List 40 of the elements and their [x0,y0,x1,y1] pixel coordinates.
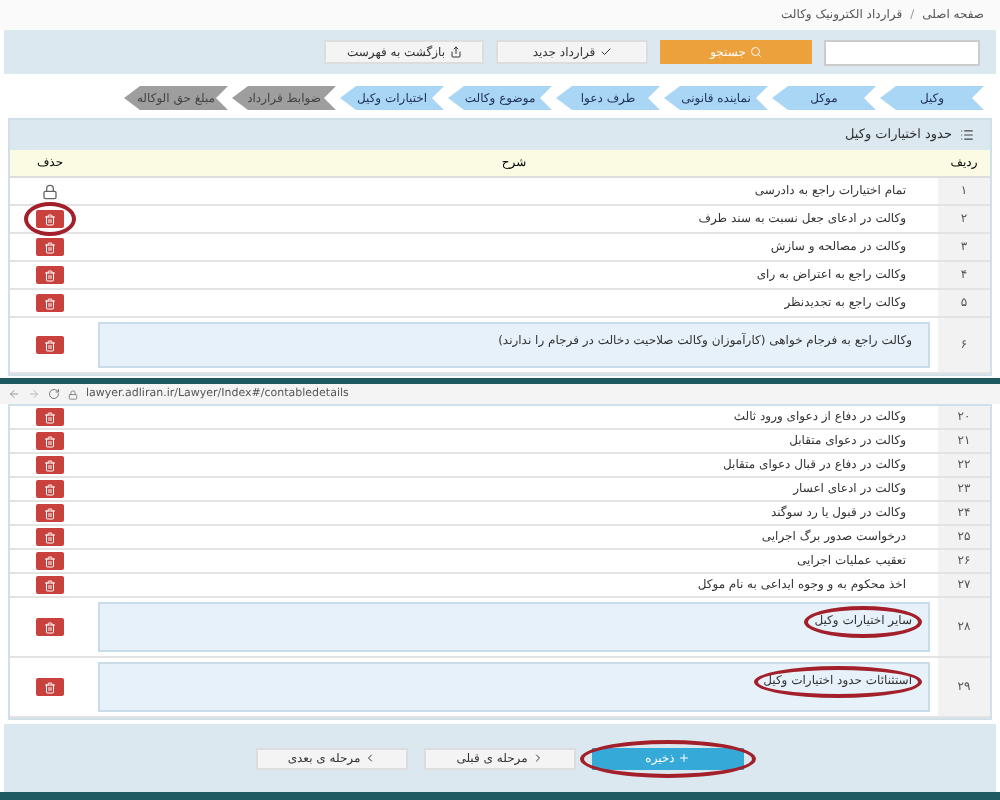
trash-icon [44,555,56,567]
check-icon [599,46,612,58]
trash-icon [44,241,56,253]
delete-button[interactable] [36,266,64,284]
delete-button[interactable] [36,678,64,696]
delete-button[interactable] [36,576,64,594]
delete-button[interactable] [36,408,64,426]
plus-icon [678,752,691,764]
delete-button[interactable] [36,552,64,570]
delete-button[interactable] [36,238,64,256]
trash-icon [44,297,56,309]
delete-button[interactable] [36,456,64,474]
trash-icon [44,435,56,447]
trash-icon [44,579,56,591]
delete-button[interactable] [36,480,64,498]
delete-button[interactable] [36,294,64,312]
reload-icon[interactable] [48,388,60,400]
trash-icon [44,411,56,423]
trash-icon [44,531,56,543]
delete-button[interactable] [36,210,64,228]
lock-icon [68,389,78,399]
trash-icon [44,483,56,495]
delete-button[interactable] [36,336,64,354]
delete-button[interactable] [36,504,64,522]
delete-button[interactable] [36,618,64,636]
search-field[interactable] [824,39,980,65]
delete-button[interactable] [36,432,64,450]
chevron-icon [531,752,544,764]
share-arrow-icon [449,46,462,58]
delete-button[interactable] [36,528,64,546]
list-icon [960,128,974,142]
trash-icon [44,507,56,519]
trash-icon [44,681,56,693]
trash-icon [44,213,56,225]
trash-icon [44,339,56,351]
trash-icon [44,621,56,633]
trash-icon [44,459,56,471]
trash-icon [44,269,56,281]
chevron-icon [364,752,377,764]
search-icon [749,46,762,58]
